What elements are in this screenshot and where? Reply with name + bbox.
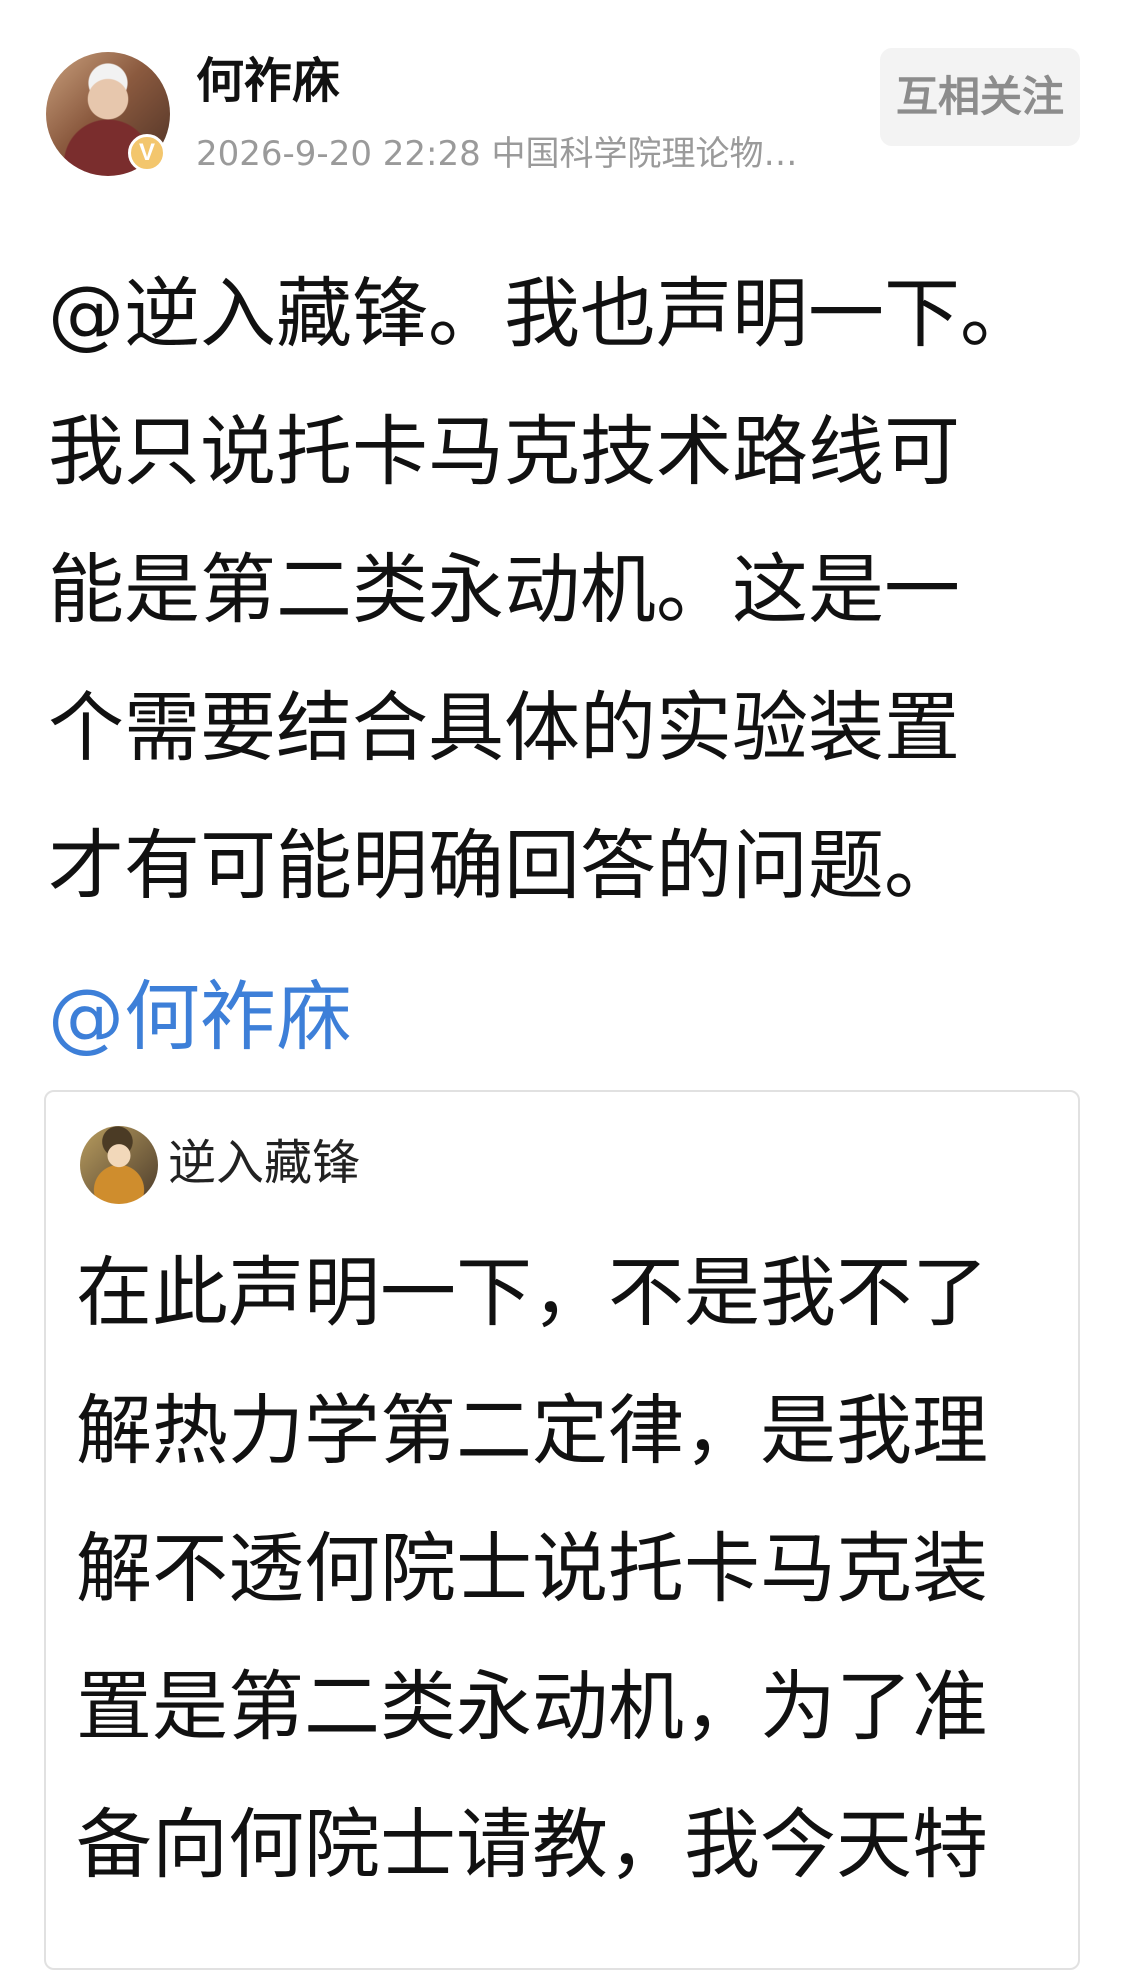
post-body-text: @逆入藏锋。我也声明一下。 我只说托卡马克技术路线可 能是第二类永动机。这是一 … xyxy=(48,269,1036,910)
quoted-post-text: 在此声明一下，不是我不了 解热力学第二定律，是我理 解不透何院士说托卡马克装 置… xyxy=(76,1248,988,1889)
mention-link[interactable]: @何祚庥 xyxy=(48,948,352,1086)
author-name[interactable]: 何祚庥 xyxy=(196,48,340,114)
post-meta: 2026-9-20 22:28 中国科学院理论物… xyxy=(196,134,798,174)
quoted-author-avatar[interactable] xyxy=(80,1126,158,1204)
quoted-author-name[interactable]: 逆入藏锋 xyxy=(168,1128,360,1198)
verified-badge-icon: V xyxy=(128,134,166,172)
mutual-follow-button[interactable]: 互相关注 xyxy=(880,48,1080,146)
post-header: V 何祚庥 2026-9-20 22:28 中国科学院理论物… 互相关注 xyxy=(0,0,1122,200)
quoted-post-card[interactable]: 逆入藏锋 在此声明一下，不是我不了 解热力学第二定律，是我理 解不透何院士说托卡… xyxy=(44,1090,1080,1970)
